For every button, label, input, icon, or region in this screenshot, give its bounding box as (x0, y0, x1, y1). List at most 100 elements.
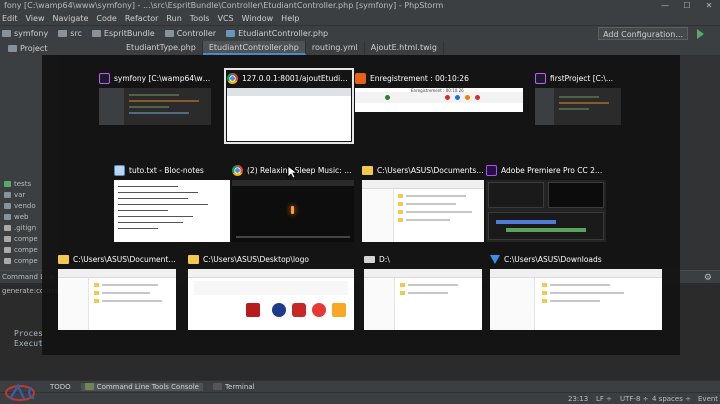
window-thumbnail-recorder[interactable]: Enregistrement : 00:10:26 Enregistrement… (355, 71, 523, 113)
folder-icon (188, 254, 199, 264)
folder-icon (2, 30, 11, 37)
gear-icon[interactable]: ⚙ (704, 273, 712, 283)
file-icon (4, 236, 11, 242)
line-separator[interactable]: LF ÷ (596, 393, 612, 404)
mouse-cursor-icon (287, 165, 297, 179)
window-preview (188, 269, 354, 330)
breadcrumb-file[interactable]: EtudiantController.php (226, 29, 328, 38)
menu-bar: Edit View Navigate Code Refactor Run Too… (0, 12, 720, 25)
folder-icon (362, 165, 373, 175)
drive-icon (364, 255, 375, 263)
chrome-icon (232, 164, 243, 176)
menu-edit[interactable]: Edit (2, 14, 18, 23)
tree-item-composer[interactable]: compe (4, 246, 38, 254)
file-icon (4, 258, 11, 264)
run-icon[interactable] (697, 29, 704, 39)
menu-refactor[interactable]: Refactor (125, 14, 159, 23)
console-output-line: Proces (14, 329, 43, 338)
status-bar: 23:13 LF ÷ UTF-8 ÷ 4 spaces ÷ Event Lo (0, 392, 720, 404)
tab-etudiant-controller[interactable]: EtudiantController.php (202, 41, 306, 55)
window-thumbnail-explorer-documents[interactable]: C:\Users\ASUS\Documents\... (362, 163, 484, 242)
maximize-button[interactable]: ☐ (676, 0, 698, 12)
task-switcher-overlay: symfony [C:\wamp64\www\... 127.0.0.1:800… (42, 55, 680, 355)
folder-icon (164, 30, 174, 37)
menu-view[interactable]: View (26, 14, 45, 23)
tree-item-composer[interactable]: compe (4, 257, 38, 265)
tab-ajout-twig[interactable]: AjoutE.html.twig (365, 41, 444, 55)
window-thumbnail-premiere[interactable]: Adobe Premiere Pro CC 201... (486, 163, 606, 242)
window-preview (232, 180, 354, 242)
window-thumbnail-chrome-ajout-etudiant[interactable]: 127.0.0.1:8001/ajoutEtudian... (224, 68, 354, 144)
folder-icon (4, 181, 11, 187)
window-thumbnail-explorer-logo[interactable]: C:\Users\ASUS\Desktop\logo (188, 252, 354, 330)
tool-command-line-console[interactable]: Command Line Tools Console (80, 382, 203, 391)
file-icon (4, 247, 11, 253)
close-button[interactable]: ✕ (698, 0, 720, 12)
editor-tabs: Project EtudiantType.php EtudiantControl… (0, 41, 720, 55)
breadcrumb-controller[interactable]: Controller (164, 29, 216, 38)
window-thumbnail-explorer-downloads[interactable]: C:\Users\ASUS\Downloads (490, 252, 662, 330)
menu-code[interactable]: Code (96, 14, 116, 23)
breadcrumb-symfony[interactable]: symfony (2, 29, 48, 38)
add-configuration-button[interactable]: Add Configuration... (598, 27, 688, 40)
window-preview (364, 269, 482, 330)
download-icon (490, 254, 500, 264)
navigation-bar: symfony src EspritBundle Controller Etud… (0, 25, 720, 41)
tab-routing[interactable]: routing.yml (306, 41, 365, 55)
folder-icon (4, 203, 11, 209)
chrome-icon (227, 72, 238, 84)
tool-todo[interactable]: TODO (50, 383, 71, 391)
window-preview (486, 180, 606, 242)
window-preview (362, 180, 484, 242)
cursor-position[interactable]: 23:13 (568, 393, 588, 404)
tab-etudiant-type[interactable]: EtudiantType.php (120, 41, 203, 55)
premiere-icon (486, 164, 497, 176)
window-title: fony [C:\wamp64\www\symfony] - ...\src\E… (4, 1, 444, 10)
recorder-timer: Enregistrement : 00:10:26 (411, 88, 464, 93)
window-thumbnail-explorer-documents-2[interactable]: C:\Users\ASUS\Documents\... (58, 252, 176, 330)
window-thumbnail-symfony-phpstorm[interactable]: symfony [C:\wamp64\www\... (99, 71, 211, 125)
window-preview (58, 269, 176, 330)
menu-help[interactable]: Help (281, 14, 299, 23)
editor-right-gutter (680, 55, 720, 270)
menu-window[interactable]: Window (242, 14, 274, 23)
console-output-line: Execut (14, 339, 43, 348)
breadcrumb-esprit-bundle[interactable]: EspritBundle (91, 29, 155, 38)
window-thumbnail-firstproject-phpstorm[interactable]: firstProject [C:\... (535, 71, 621, 125)
window-preview (227, 88, 351, 141)
window-title-bar: fony [C:\wamp64\www\symfony] - ...\src\E… (0, 0, 720, 12)
folder-icon (4, 192, 11, 198)
window-preview: Enregistrement : 00:10:26 (355, 88, 523, 112)
minimize-button[interactable]: — (654, 0, 676, 12)
file-icon (4, 225, 11, 231)
window-preview (99, 88, 211, 125)
watermark-logo (5, 383, 35, 401)
tool-terminal[interactable]: Terminal (212, 383, 255, 391)
project-icon (8, 44, 17, 52)
menu-vcs[interactable]: VCS (217, 14, 233, 23)
menu-tools[interactable]: Tools (190, 14, 210, 23)
window-thumbnail-notepad[interactable]: tuto.txt - Bloc-notes (114, 163, 230, 242)
folder-icon (91, 30, 101, 37)
notepad-icon (114, 164, 125, 176)
tree-item-tests[interactable]: tests (4, 180, 31, 188)
project-view-selector[interactable]: Project (0, 44, 120, 53)
indent-setting[interactable]: 4 spaces ÷ (652, 393, 691, 404)
tree-item-gitignore[interactable]: .gitign (4, 224, 36, 232)
menu-run[interactable]: Run (166, 14, 181, 23)
folder-icon (4, 214, 11, 220)
tool-window-bar: TODO Command Line Tools Console Terminal (0, 380, 720, 392)
window-preview (114, 180, 230, 242)
phpstorm-icon (535, 72, 546, 84)
tree-item-var[interactable]: var (4, 191, 25, 199)
breadcrumb-src[interactable]: src (58, 29, 82, 38)
file-encoding[interactable]: UTF-8 ÷ (620, 393, 649, 404)
phpstorm-icon (99, 72, 110, 84)
console-icon (84, 383, 94, 390)
event-log[interactable]: Event Lo (698, 393, 720, 404)
tree-item-web[interactable]: web (4, 213, 28, 221)
tree-item-vendor[interactable]: vendo (4, 202, 36, 210)
window-thumbnail-explorer-d-drive[interactable]: D:\ (364, 252, 482, 330)
menu-navigate[interactable]: Navigate (52, 14, 88, 23)
tree-item-composer[interactable]: compe (4, 235, 38, 243)
